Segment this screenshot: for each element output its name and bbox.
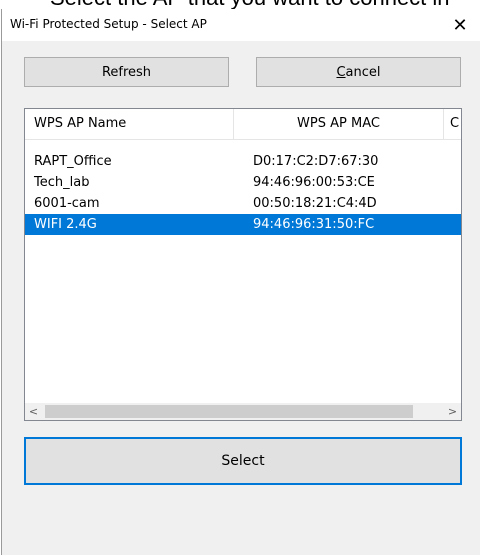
scrollbar-thumb[interactable] xyxy=(45,405,413,418)
title-bar[interactable]: Wi-Fi Protected Setup - Select AP ✕ xyxy=(2,9,480,41)
cancel-button-accelerator: C xyxy=(336,64,346,80)
ap-list[interactable]: WPS AP Name WPS AP MAC C RAPT_Office D0:… xyxy=(24,108,462,421)
column-header-ap-mac[interactable]: WPS AP MAC xyxy=(234,109,444,139)
ap-mac-cell: D0:17:C2:D7:67:30 xyxy=(253,154,379,169)
ap-mac-cell: 94:46:96:31:50:FC xyxy=(253,217,375,232)
table-row[interactable]: Tech_lab 94:46:96:00:53:CE xyxy=(25,172,461,193)
horizontal-scrollbar[interactable]: < > xyxy=(25,403,461,420)
cancel-button-label: ancel xyxy=(345,64,381,80)
scroll-right-button[interactable]: > xyxy=(444,403,461,420)
refresh-button-label: Refresh xyxy=(101,64,152,80)
ap-name-cell: Tech_lab xyxy=(34,175,90,190)
background-caption: Select the AP that you want to connect i… xyxy=(0,0,480,9)
table-row[interactable]: RAPT_Office D0:17:C2:D7:67:30 xyxy=(25,151,461,172)
chevron-right-icon: > xyxy=(447,405,458,418)
cancel-button[interactable]: Cancel xyxy=(256,57,461,87)
ap-mac-cell: 94:46:96:00:53:CE xyxy=(253,175,375,190)
close-icon: ✕ xyxy=(452,14,468,36)
chevron-left-icon: < xyxy=(28,405,39,418)
close-button[interactable]: ✕ xyxy=(440,9,480,41)
ap-mac-cell: 00:50:18:21:C4:4D xyxy=(253,196,377,211)
column-header-ap-name[interactable]: WPS AP Name xyxy=(25,109,234,139)
table-row[interactable]: WIFI 2.4G 94:46:96:31:50:FC xyxy=(25,214,461,235)
select-button-label: Select xyxy=(221,453,265,469)
ap-list-header: WPS AP Name WPS AP MAC C xyxy=(25,109,461,140)
select-button[interactable]: Select xyxy=(24,437,462,485)
table-row[interactable]: 6001-cam 00:50:18:21:C4:4D xyxy=(25,193,461,214)
ap-name-cell: 6001-cam xyxy=(34,196,100,211)
scroll-left-button[interactable]: < xyxy=(25,403,42,420)
window-title: Wi-Fi Protected Setup - Select AP xyxy=(10,17,207,31)
background-caption-text: Select the AP that you want to connect i… xyxy=(50,0,450,9)
column-header-extra[interactable]: C xyxy=(444,109,461,139)
ap-list-rows: RAPT_Office D0:17:C2:D7:67:30 Tech_lab 9… xyxy=(25,151,461,235)
refresh-button[interactable]: Refresh xyxy=(24,57,229,87)
ap-name-cell: WIFI 2.4G xyxy=(34,217,97,232)
ap-name-cell: RAPT_Office xyxy=(34,154,112,169)
select-ap-dialog: Wi-Fi Protected Setup - Select AP ✕ Refr… xyxy=(1,9,480,555)
